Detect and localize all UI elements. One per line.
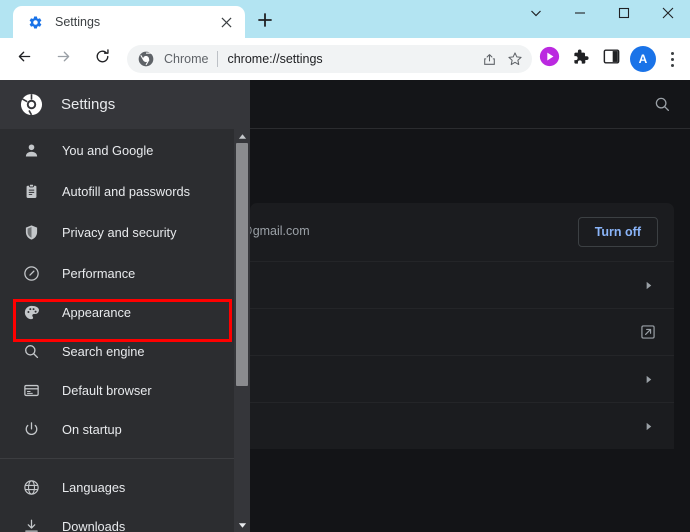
sidebar-item-label: You and Google [62, 142, 154, 158]
chevron-right-icon [641, 278, 655, 292]
sidebar-item-label: Languages [62, 480, 126, 495]
sidebar-item-label: Downloads [62, 519, 126, 532]
sidebar-item-label: Autofill and passwords [62, 183, 191, 199]
browser-window-icon [21, 381, 41, 401]
scroll-up-arrow-icon[interactable] [234, 129, 250, 143]
plus-icon [258, 12, 272, 32]
gear-icon [27, 14, 43, 30]
sidebar-item-on-startup[interactable]: On startup [0, 410, 234, 449]
omnibox-url[interactable]: chrome://settings [227, 52, 476, 66]
extensions-button[interactable] [566, 45, 594, 73]
back-button[interactable] [9, 44, 39, 74]
sidebar-item-label: Performance [62, 266, 136, 281]
settings-brand: Settings [0, 80, 250, 129]
close-icon[interactable] [215, 11, 237, 33]
puzzle-piece-icon [571, 48, 589, 71]
clipboard-icon [21, 181, 41, 201]
forward-arrow-icon [55, 48, 72, 70]
sidebar-item-appearance[interactable]: Appearance [0, 293, 234, 332]
media-control-button[interactable] [535, 45, 563, 73]
minimize-icon [574, 6, 586, 24]
settings-row-3[interactable] [250, 355, 674, 402]
title-bar: Settings [0, 0, 690, 38]
maximize-icon [618, 6, 630, 24]
tab-search-button[interactable] [514, 0, 558, 30]
page-title: Settings [61, 96, 116, 113]
maximize-button[interactable] [602, 0, 646, 30]
window-controls [514, 0, 690, 30]
sidebar-item-label: Privacy and security [62, 225, 177, 240]
sidebar-item-label: Appearance [62, 305, 132, 320]
close-icon [662, 6, 674, 24]
power-icon [21, 420, 41, 440]
avatar[interactable]: A [630, 46, 656, 72]
settings-row-4[interactable] [250, 402, 674, 449]
download-icon [21, 517, 41, 532]
sidebar-item-autofill-and-passwords[interactable]: Autofill and passwords [0, 171, 234, 211]
sidebar-scrollbar[interactable] [234, 129, 250, 532]
sidebar-nav-list: You and Google Autofill and passwords Pr… [0, 129, 234, 532]
palette-icon [21, 303, 41, 323]
settings-content: @gmail.com Turn off [240, 129, 690, 532]
settings-sidebar: You and Google Autofill and passwords Pr… [0, 129, 250, 532]
new-tab-button[interactable] [252, 9, 278, 35]
chrome-logo-icon [137, 50, 155, 68]
account-email: @gmail.com [240, 224, 310, 238]
omnibox-chip-label: Chrome [164, 52, 209, 66]
sidebar-item-label: Search engine [62, 344, 145, 359]
chrome-logo-icon [19, 93, 43, 117]
sidebar-item-downloads[interactable]: Downloads [0, 507, 234, 532]
tab-title: Settings [55, 15, 101, 29]
magnifier-icon [21, 342, 41, 362]
chrome-browser-window: Settings Chrome chrome://settings A Sett… [0, 0, 690, 532]
browser-tab-settings[interactable]: Settings [13, 6, 245, 38]
sidebar-item-label: Default browser [62, 383, 152, 398]
sidebar-item-privacy-and-security[interactable]: Privacy and security [0, 211, 234, 254]
reload-icon [94, 48, 111, 70]
side-panel-icon [603, 48, 620, 70]
scroll-down-arrow-icon[interactable] [234, 518, 250, 532]
settings-row-1[interactable] [250, 261, 674, 308]
forward-button[interactable] [48, 44, 78, 74]
sidebar-item-performance[interactable]: Performance [0, 254, 234, 293]
sidebar-divider [0, 458, 234, 459]
shield-icon [21, 223, 41, 243]
star-icon[interactable] [502, 46, 528, 72]
turn-off-button[interactable]: Turn off [577, 217, 658, 247]
chevron-right-icon [641, 419, 655, 433]
settings-page: Settings @gmail.com Turn off You and Goo… [0, 80, 690, 532]
sidebar-item-label: On startup [62, 422, 122, 437]
address-bar[interactable]: Chrome chrome://settings [127, 45, 532, 73]
close-window-button[interactable] [646, 0, 690, 30]
account-row: @gmail.com Turn off [240, 203, 674, 261]
search-icon[interactable] [651, 93, 673, 115]
back-arrow-icon [16, 48, 33, 70]
sidebar-item-default-browser[interactable]: Default browser [0, 371, 234, 410]
minimize-button[interactable] [558, 0, 602, 30]
sidebar-item-you-and-google[interactable]: You and Google [0, 129, 234, 171]
scrollbar-thumb[interactable] [236, 143, 248, 386]
play-circle-icon [539, 46, 560, 72]
external-link-icon [639, 323, 657, 341]
sidebar-item-languages[interactable]: Languages [0, 468, 234, 507]
three-dots-icon[interactable] [659, 45, 685, 73]
settings-search-bar [250, 80, 690, 129]
omnibox-separator [217, 51, 219, 67]
share-icon[interactable] [476, 46, 502, 72]
side-panel-button[interactable] [597, 45, 625, 73]
browser-toolbar: Chrome chrome://settings A [0, 38, 690, 80]
person-icon [21, 140, 41, 160]
speedometer-icon [21, 264, 41, 284]
settings-row-2[interactable] [250, 308, 674, 355]
sidebar-item-search-engine[interactable]: Search engine [0, 332, 234, 371]
globe-icon [21, 478, 41, 498]
chevron-down-icon [530, 6, 542, 24]
chevron-right-icon [641, 372, 655, 386]
settings-header: Settings [0, 80, 690, 129]
reload-button[interactable] [87, 44, 117, 74]
